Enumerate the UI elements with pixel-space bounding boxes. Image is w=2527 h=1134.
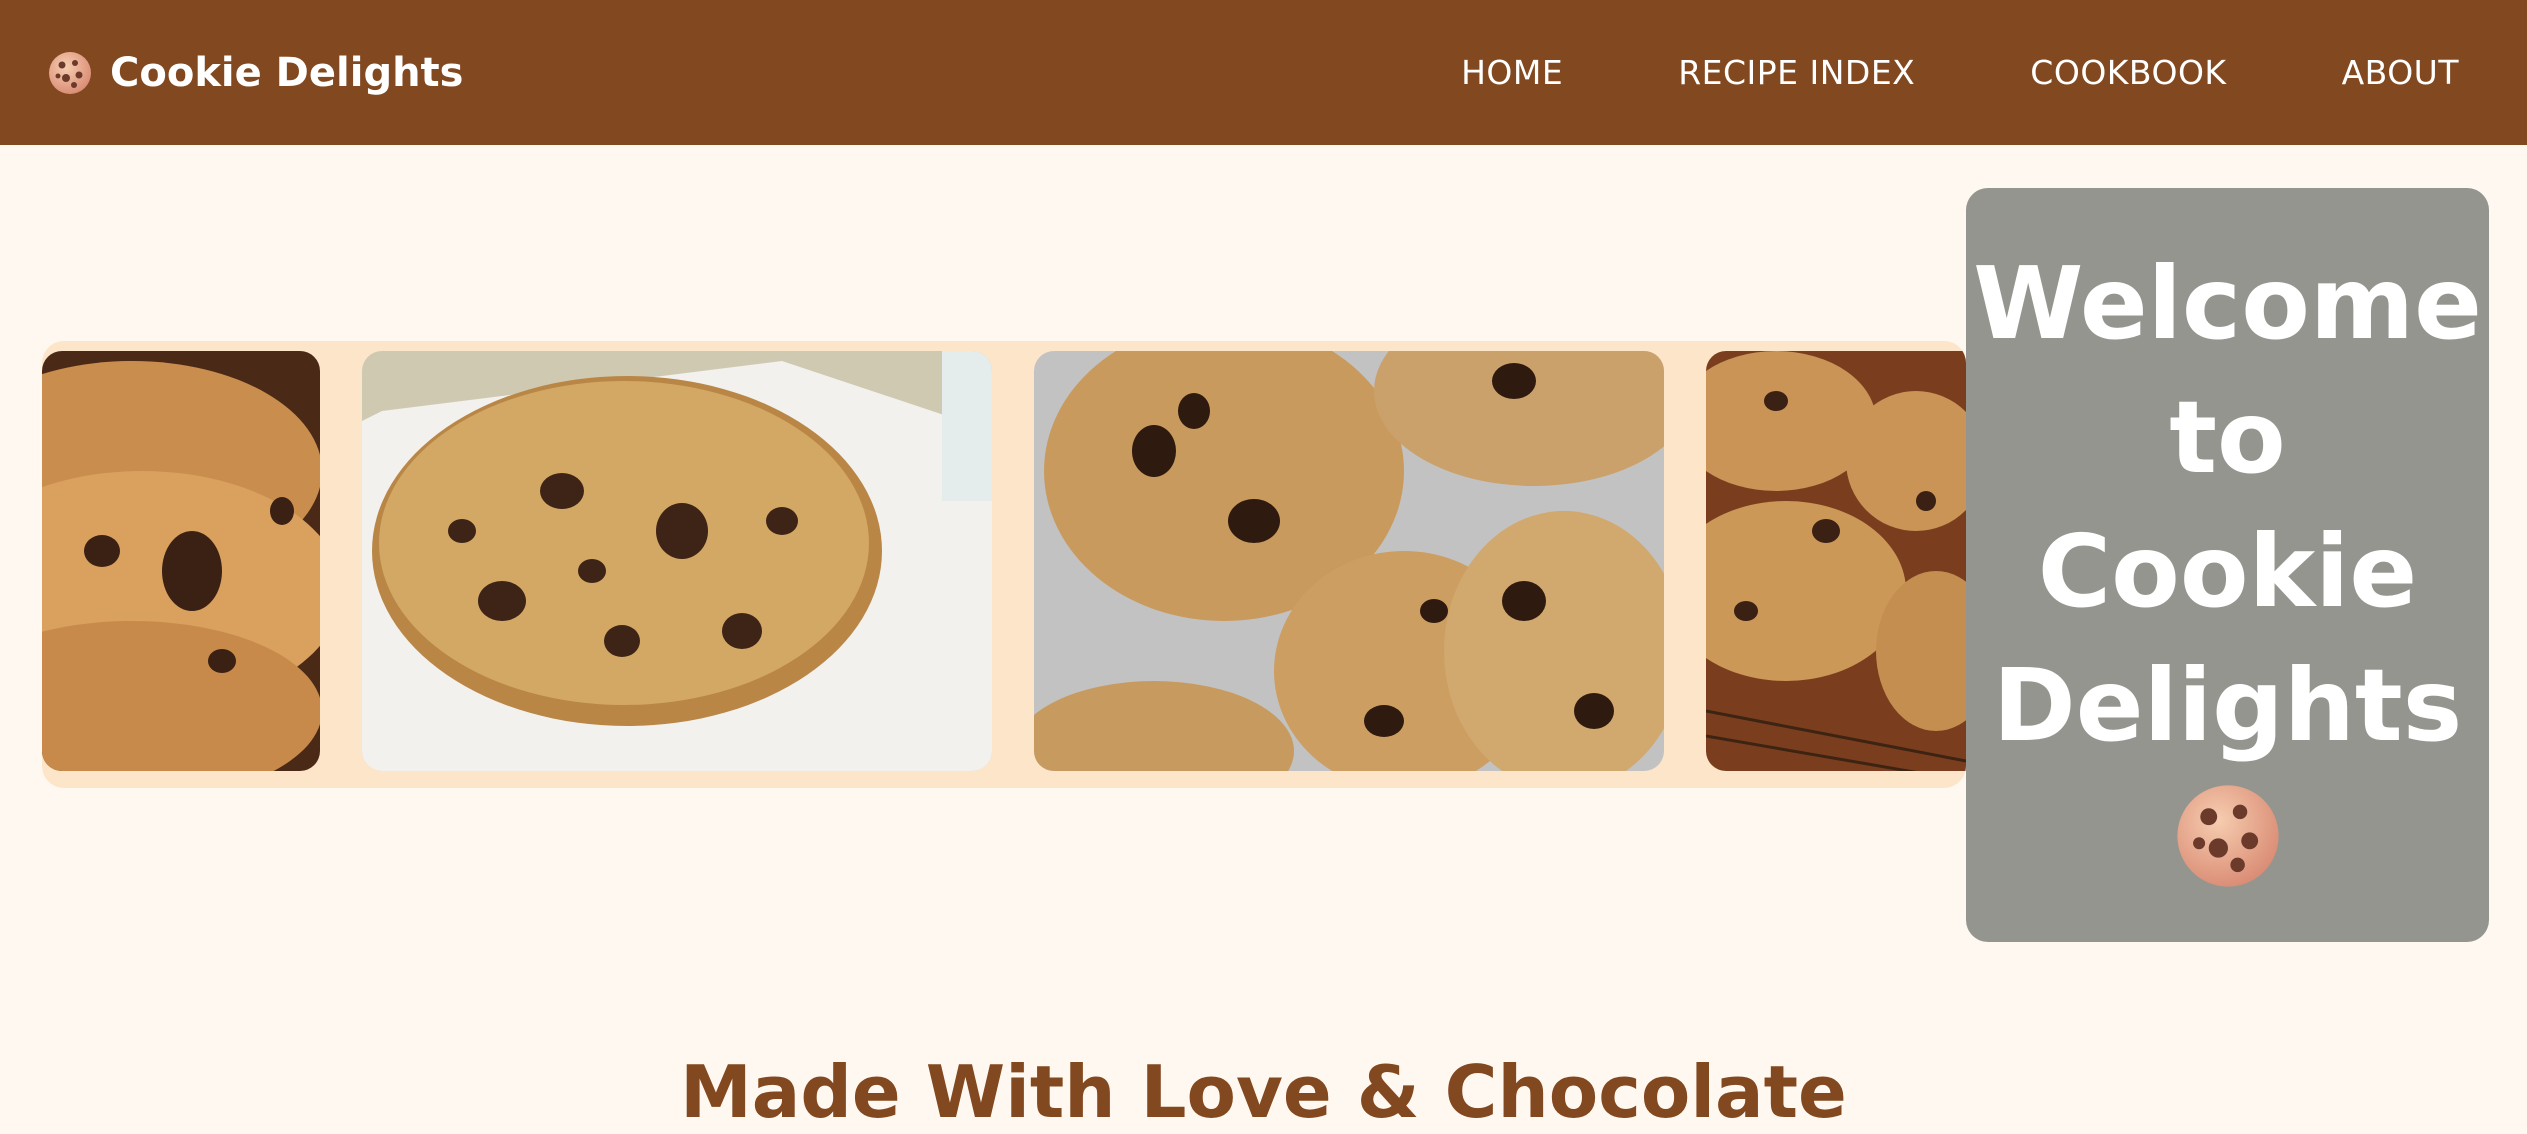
section-title: Made With Love & Chocolate	[680, 1050, 1847, 1134]
site-header: Cookie Delights HOME RECIPE INDEX COOKBO…	[0, 0, 2527, 145]
welcome-title: Welcome to Cookie Delights	[1973, 245, 2482, 764]
carousel-slide-cooling-rack[interactable]	[1706, 351, 1966, 771]
welcome-card: Welcome to Cookie Delights	[1966, 188, 2489, 942]
nav-cookbook[interactable]: COOKBOOK	[2030, 53, 2226, 92]
cookie-icon	[2175, 783, 2281, 893]
cookie-carousel[interactable]	[42, 341, 1966, 788]
nav-about[interactable]: ABOUT	[2342, 53, 2459, 92]
brand-link[interactable]: Cookie Delights	[48, 50, 463, 96]
nav-home[interactable]: HOME	[1461, 53, 1563, 92]
nav-recipe-index[interactable]: RECIPE INDEX	[1678, 53, 1915, 92]
carousel-slide-single-cookie[interactable]	[362, 351, 992, 771]
brand-name: Cookie Delights	[110, 49, 464, 96]
cookie-icon	[48, 51, 92, 95]
main-nav: HOME RECIPE INDEX COOKBOOK ABOUT	[1461, 53, 2459, 92]
carousel-slide-cookies-tray[interactable]	[1034, 351, 1664, 771]
carousel-slide-stacked-cookies[interactable]	[42, 351, 320, 771]
